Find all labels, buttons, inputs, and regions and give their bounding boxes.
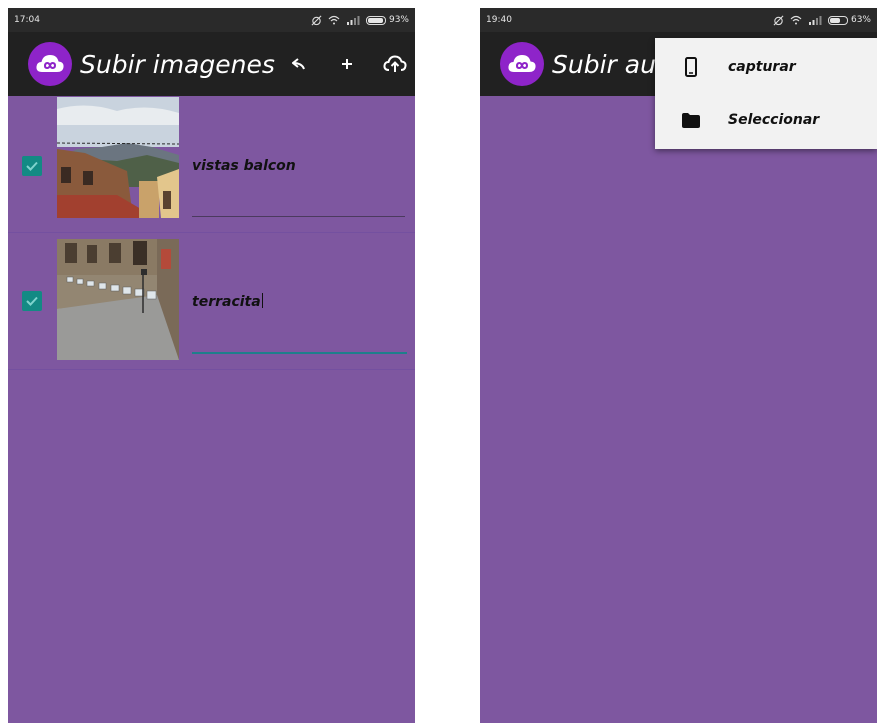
terrace-photo [57,239,179,360]
app-logo [500,42,544,86]
caption-underline [192,216,405,217]
alarm-off-icon [773,15,784,25]
upload-audio-screen: 19:40 63% Subir aud capturar Seleccionar [480,8,877,723]
battery-indicator: 93% [365,15,409,25]
caption-underline-focused [192,352,407,354]
status-bar: 17:04 93% [8,8,415,32]
menu-item-capture[interactable]: capturar [655,41,877,93]
back-button[interactable] [275,44,323,84]
image-list-item: vistas balcon [8,96,415,233]
image-thumbnail[interactable] [57,239,179,360]
battery-fill [829,17,840,23]
battery-icon [365,15,386,25]
signal-icon [346,16,360,25]
add-button[interactable] [323,44,371,84]
cloud-infinity-icon [36,55,64,72]
folder-icon [682,112,700,128]
image-caption-text: vistas balcon [192,158,296,174]
item-checkbox[interactable] [22,156,42,176]
menu-item-label: capturar [728,59,796,75]
upload-button[interactable] [371,44,415,84]
alarm-off-icon [311,15,322,25]
checkmark-icon [26,161,38,171]
battery-percent: 63% [850,15,871,25]
image-caption-input[interactable]: terracita [192,293,263,310]
status-bar: 19:40 63% [480,8,877,32]
status-time: 19:40 [486,15,512,25]
menu-item-label: Seleccionar [728,112,820,128]
image-caption-text: terracita [192,294,261,310]
battery-percent: 93% [388,15,409,25]
app-title: Subir imagenes [80,49,275,79]
upload-images-screen: 17:04 93% Subir imagenes vistas balcon t… [8,8,415,723]
battery-icon [827,15,848,25]
app-logo [28,42,72,86]
wifi-icon [328,15,340,25]
battery-fill [367,17,383,23]
text-cursor [261,293,263,308]
app-title: Subir aud [552,49,672,79]
back-arrow-icon [291,58,305,70]
battery-indicator: 63% [827,15,871,25]
status-time: 17:04 [14,15,40,25]
image-thumbnail[interactable] [57,97,179,218]
item-checkbox[interactable] [22,291,42,311]
plus-icon [341,59,352,69]
checkmark-icon [26,296,38,306]
balcony-view-photo [57,97,179,218]
cloud-upload-icon [383,55,407,72]
image-list-item: terracita [8,233,415,370]
phone-icon [685,57,697,77]
overflow-menu: capturar Seleccionar [655,38,877,149]
image-caption-input[interactable]: vistas balcon [192,158,296,174]
signal-icon [808,16,822,25]
cloud-infinity-icon [508,55,536,72]
app-bar: Subir imagenes [8,32,415,96]
menu-item-select[interactable]: Seleccionar [655,94,877,146]
wifi-icon [790,15,802,25]
